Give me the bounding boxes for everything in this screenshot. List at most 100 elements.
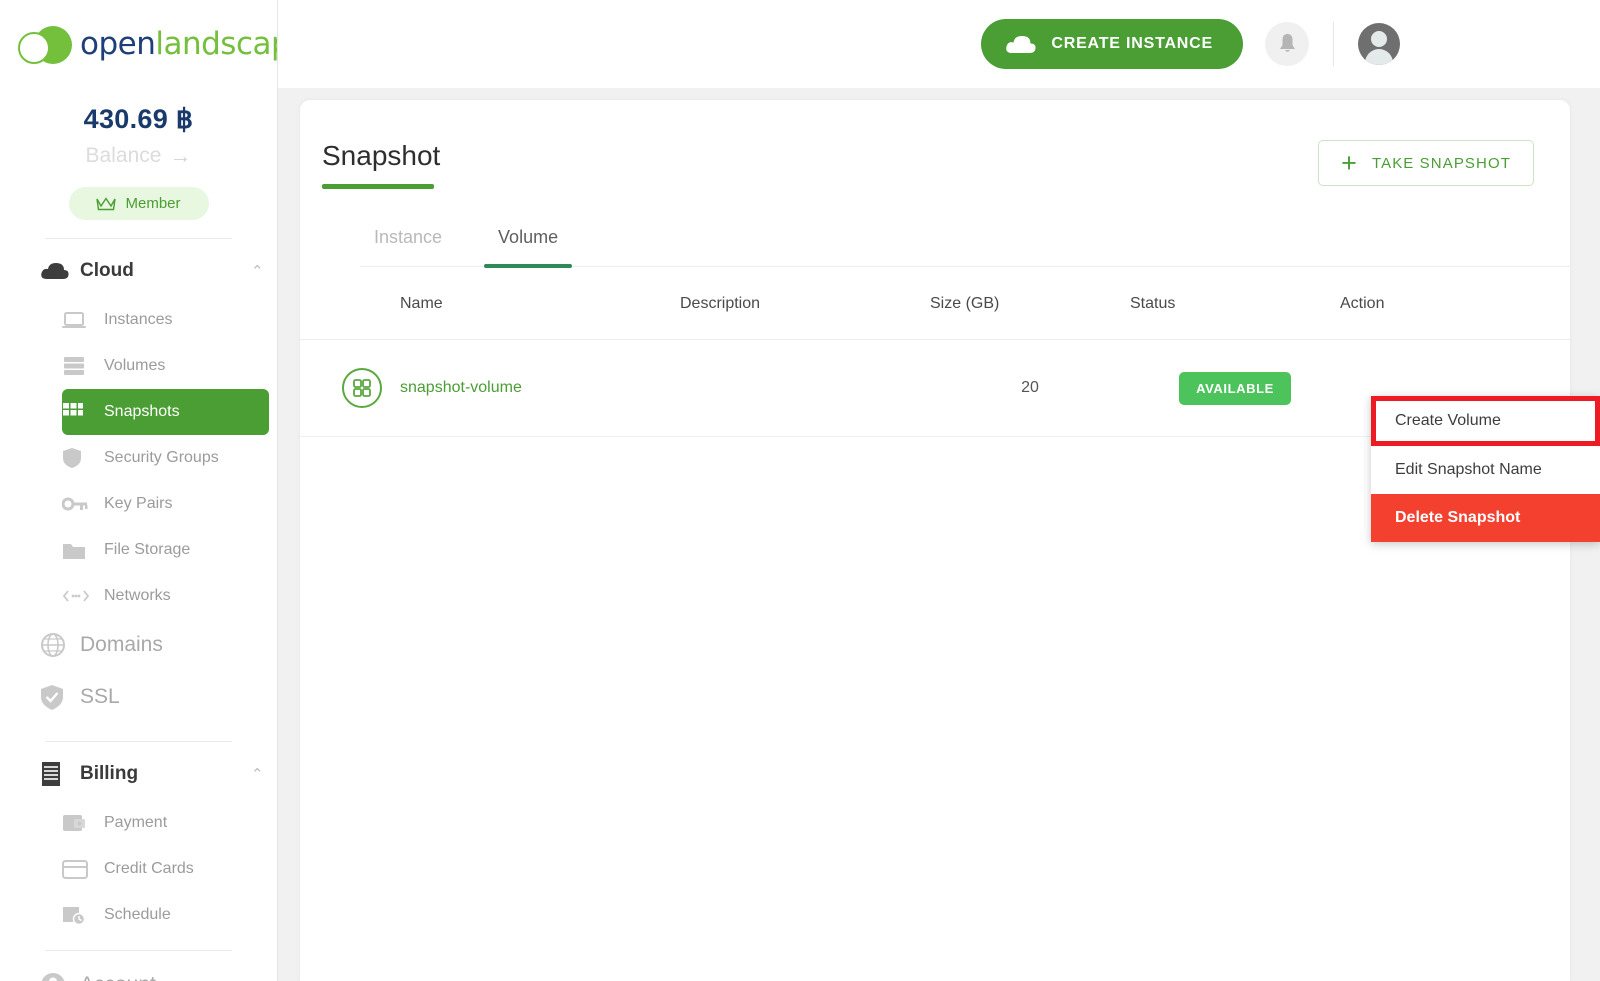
crown-icon — [96, 196, 117, 210]
sidebar-item-label: Instances — [104, 311, 173, 328]
title-underline — [322, 184, 434, 189]
wallet-icon — [62, 813, 104, 833]
create-instance-button[interactable]: CREATE INSTANCE — [981, 19, 1243, 69]
tab-volume[interactable]: Volume — [484, 227, 573, 268]
sidebar-item-networks[interactable]: Networks — [62, 573, 261, 619]
row-icon-cell — [300, 339, 400, 437]
brand-name-green: landscape — [155, 26, 277, 62]
receipt-icon — [40, 761, 80, 787]
table-col-action: Action — [1340, 273, 1570, 340]
sidebar-divider-3 — [45, 950, 232, 951]
table-col-name: Name — [400, 273, 680, 340]
snapshot-name-link[interactable]: snapshot-volume — [400, 379, 522, 396]
table-head: Name Description Size (GB) Status Action — [300, 273, 1570, 340]
menu-item-delete-snapshot[interactable]: Delete Snapshot — [1371, 494, 1600, 542]
plus-icon: + — [1341, 147, 1358, 178]
sidebar-item-instances[interactable]: Instances — [62, 297, 261, 343]
chevron-up-icon[interactable]: ⌃ — [251, 262, 277, 280]
sidebar-item-label: Volumes — [104, 357, 166, 374]
sidebar-group-cloud[interactable]: Cloud ⌃ — [0, 245, 277, 297]
notifications-button[interactable] — [1265, 22, 1309, 66]
brand-name: openlandscape — [80, 26, 277, 62]
row-size-cell: 20 — [930, 339, 1130, 437]
sidebar: openlandscape 430.69 ฿ Balance → Member … — [0, 0, 278, 981]
table-col-status: Status — [1130, 273, 1340, 340]
person-icon — [40, 972, 80, 981]
sidebar-item-ssl-label: SSL — [80, 685, 120, 708]
balance-block: 430.69 ฿ Balance → Member — [0, 88, 277, 220]
laptop-icon — [62, 311, 104, 329]
row-name-cell: snapshot-volume — [400, 339, 680, 437]
sidebar-item-account-label: Account — [80, 973, 156, 981]
shield-check-icon — [40, 684, 80, 711]
credit-card-icon — [62, 859, 104, 879]
calendar-clock-icon — [62, 904, 104, 926]
sidebar-item-key-pairs[interactable]: Key Pairs — [62, 481, 261, 527]
sidebar-item-snapshots[interactable]: Snapshots — [62, 389, 269, 435]
table-header-row: Name Description Size (GB) Status Action — [300, 273, 1570, 340]
sidebar-item-label: Payment — [104, 814, 168, 831]
sidebar-item-schedule[interactable]: Schedule — [62, 892, 261, 938]
balance-link[interactable]: Balance → — [0, 143, 277, 169]
member-badge: Member — [68, 187, 209, 220]
sidebar-item-label: Key Pairs — [104, 495, 173, 512]
sidebar-item-label: Security Groups — [104, 449, 219, 466]
shield-icon — [62, 447, 104, 469]
sidebar-item-domains[interactable]: Domains — [0, 619, 277, 671]
card-header: Snapshot + TAKE SNAPSHOT — [300, 100, 1570, 189]
take-snapshot-button[interactable]: + TAKE SNAPSHOT — [1318, 140, 1534, 186]
menu-item-edit-snapshot-name[interactable]: Edit Snapshot Name — [1371, 446, 1600, 494]
sidebar-item-label: Snapshots — [104, 403, 180, 420]
balance-label: Balance — [85, 144, 162, 167]
row-status-cell: AVAILABLE — [1130, 339, 1340, 437]
balance-amount: 430.69 ฿ — [83, 104, 194, 134]
sidebar-item-credit-cards[interactable]: Credit Cards — [62, 846, 261, 892]
openlandscape-logo-icon — [16, 24, 74, 64]
sidebar-item-ssl[interactable]: SSL — [0, 671, 277, 723]
cloud-icon — [1006, 35, 1036, 53]
sidebar-divider-2 — [45, 741, 232, 742]
table-col-description: Description — [680, 273, 930, 340]
volume-snapshot-icon — [342, 368, 382, 408]
page-title-block: Snapshot — [322, 140, 440, 189]
sidebar-item-label: File Storage — [104, 541, 191, 558]
sidebar-item-domains-label: Domains — [80, 633, 163, 656]
brand-logo[interactable]: openlandscape — [0, 0, 277, 88]
header-separator — [1333, 22, 1334, 66]
bell-icon — [1279, 34, 1295, 52]
page-title: Snapshot — [322, 140, 441, 171]
network-icon — [62, 589, 104, 603]
sidebar-group-billing[interactable]: Billing ⌃ — [0, 748, 277, 800]
sidebar-item-account[interactable]: Account — [0, 959, 277, 981]
sidebar-divider-1 — [45, 238, 232, 239]
member-badge-label: Member — [125, 195, 181, 212]
sidebar-item-security-groups[interactable]: Security Groups — [62, 435, 261, 481]
status-badge: AVAILABLE — [1179, 371, 1291, 405]
menu-item-create-volume[interactable]: Create Volume — [1371, 396, 1600, 446]
action-dropdown-menu: Create Volume Edit Snapshot Name Delete … — [1371, 396, 1600, 542]
top-header: CREATE INSTANCE — [278, 0, 1600, 88]
sidebar-item-label: Schedule — [104, 906, 171, 923]
server-stack-icon — [62, 356, 104, 376]
arrow-right-icon: → — [169, 143, 192, 168]
sidebar-item-payment[interactable]: Payment — [62, 800, 261, 846]
sidebar-item-label: Credit Cards — [104, 860, 194, 877]
app-root: openlandscape 430.69 ฿ Balance → Member … — [0, 0, 1600, 981]
chevron-up-icon[interactable]: ⌃ — [251, 765, 277, 783]
globe-icon — [40, 632, 80, 658]
folder-icon — [62, 541, 104, 560]
row-description-cell — [680, 339, 930, 437]
grid-icon — [62, 402, 104, 422]
sidebar-item-volumes[interactable]: Volumes — [62, 343, 261, 389]
avatar[interactable] — [1358, 23, 1400, 65]
sidebar-item-file-storage[interactable]: File Storage — [62, 527, 261, 573]
table-col-icon — [300, 273, 400, 340]
tab-instance[interactable]: Instance — [360, 227, 456, 266]
brand-name-dark: open — [80, 26, 156, 62]
tab-bar: Instance Volume — [360, 227, 1570, 268]
sidebar-group-cloud-label: Cloud — [80, 260, 134, 281]
create-instance-label: CREATE INSTANCE — [1051, 35, 1213, 52]
cloud-icon — [40, 261, 80, 281]
sidebar-group-billing-label: Billing — [80, 763, 139, 784]
table-col-size: Size (GB) — [930, 273, 1130, 340]
